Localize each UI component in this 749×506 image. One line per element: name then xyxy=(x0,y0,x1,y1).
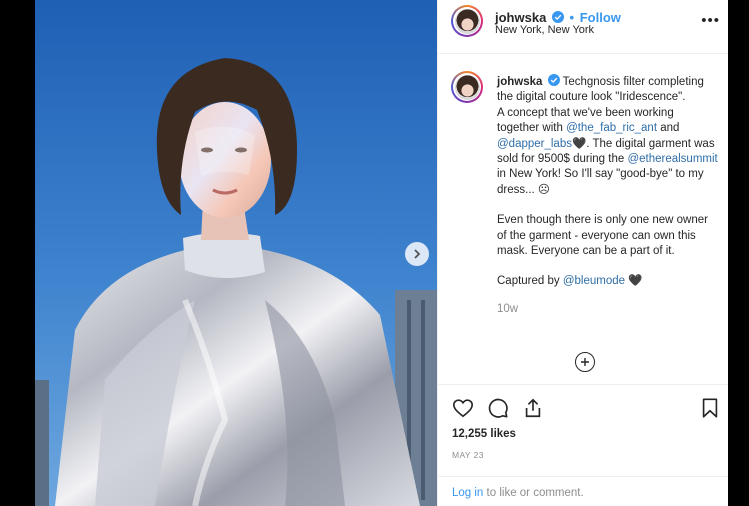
verified-badge-icon xyxy=(551,11,564,23)
photo-illustration xyxy=(35,58,437,506)
heart-icon[interactable] xyxy=(452,397,474,419)
caption-area: johwska Techgnosis filter completing the… xyxy=(438,54,728,384)
avatar[interactable] xyxy=(451,71,483,103)
load-more-comments-button[interactable] xyxy=(575,352,595,372)
follow-button[interactable]: Follow xyxy=(580,10,621,25)
likes-count[interactable]: 12,255 likes xyxy=(452,428,516,440)
caption-username[interactable]: johwska xyxy=(497,76,542,88)
caption-text: johwska Techgnosis filter completing the… xyxy=(497,74,719,317)
action-bar xyxy=(438,384,728,423)
chevron-right-icon xyxy=(414,249,421,259)
captured-by-suffix: 🖤 xyxy=(628,275,643,288)
caption-line: in New York! So I'll say "good-bye" to m… xyxy=(497,168,704,196)
next-photo-button[interactable] xyxy=(405,242,429,266)
share-icon[interactable] xyxy=(522,397,544,419)
login-prompt-bar: Log in to like or comment. xyxy=(438,476,728,506)
mention-link[interactable]: @etherealsummit xyxy=(627,153,717,165)
more-options-button[interactable]: ••• xyxy=(701,12,720,29)
comment-icon[interactable] xyxy=(487,397,509,419)
login-link[interactable]: Log in xyxy=(452,487,483,499)
avatar-photo xyxy=(454,74,480,100)
mention-link[interactable]: @bleumode xyxy=(563,275,625,287)
login-prompt-text: to like or comment. xyxy=(486,487,584,499)
caption-paragraph: Even though there is only one new owner … xyxy=(497,214,708,258)
post-side-panel: johwska • Follow New York, New York ••• … xyxy=(437,0,728,506)
verified-badge-icon xyxy=(547,74,560,86)
mention-link[interactable]: @dapper_labs xyxy=(497,138,572,150)
post-modal: johwska • Follow New York, New York ••• … xyxy=(0,0,749,506)
caption-timestamp: 10w xyxy=(497,302,519,315)
header-username[interactable]: johwska xyxy=(495,10,546,25)
avatar-photo xyxy=(454,8,480,34)
avatar[interactable] xyxy=(451,5,483,37)
plus-circle-icon xyxy=(581,358,589,366)
mention-link[interactable]: @the_fab_ric_ant xyxy=(566,122,657,134)
location-link[interactable]: New York, New York xyxy=(495,24,594,36)
post-date: MAY 23 xyxy=(452,450,484,460)
bookmark-icon[interactable] xyxy=(699,397,721,419)
captured-by-label: Captured by xyxy=(497,275,560,288)
header-user-line: johwska • Follow xyxy=(495,10,621,25)
post-header: johwska • Follow New York, New York ••• xyxy=(438,0,728,54)
separator-dot: • xyxy=(569,10,575,25)
caption-line: and xyxy=(660,122,680,135)
post-photo[interactable] xyxy=(35,0,437,506)
